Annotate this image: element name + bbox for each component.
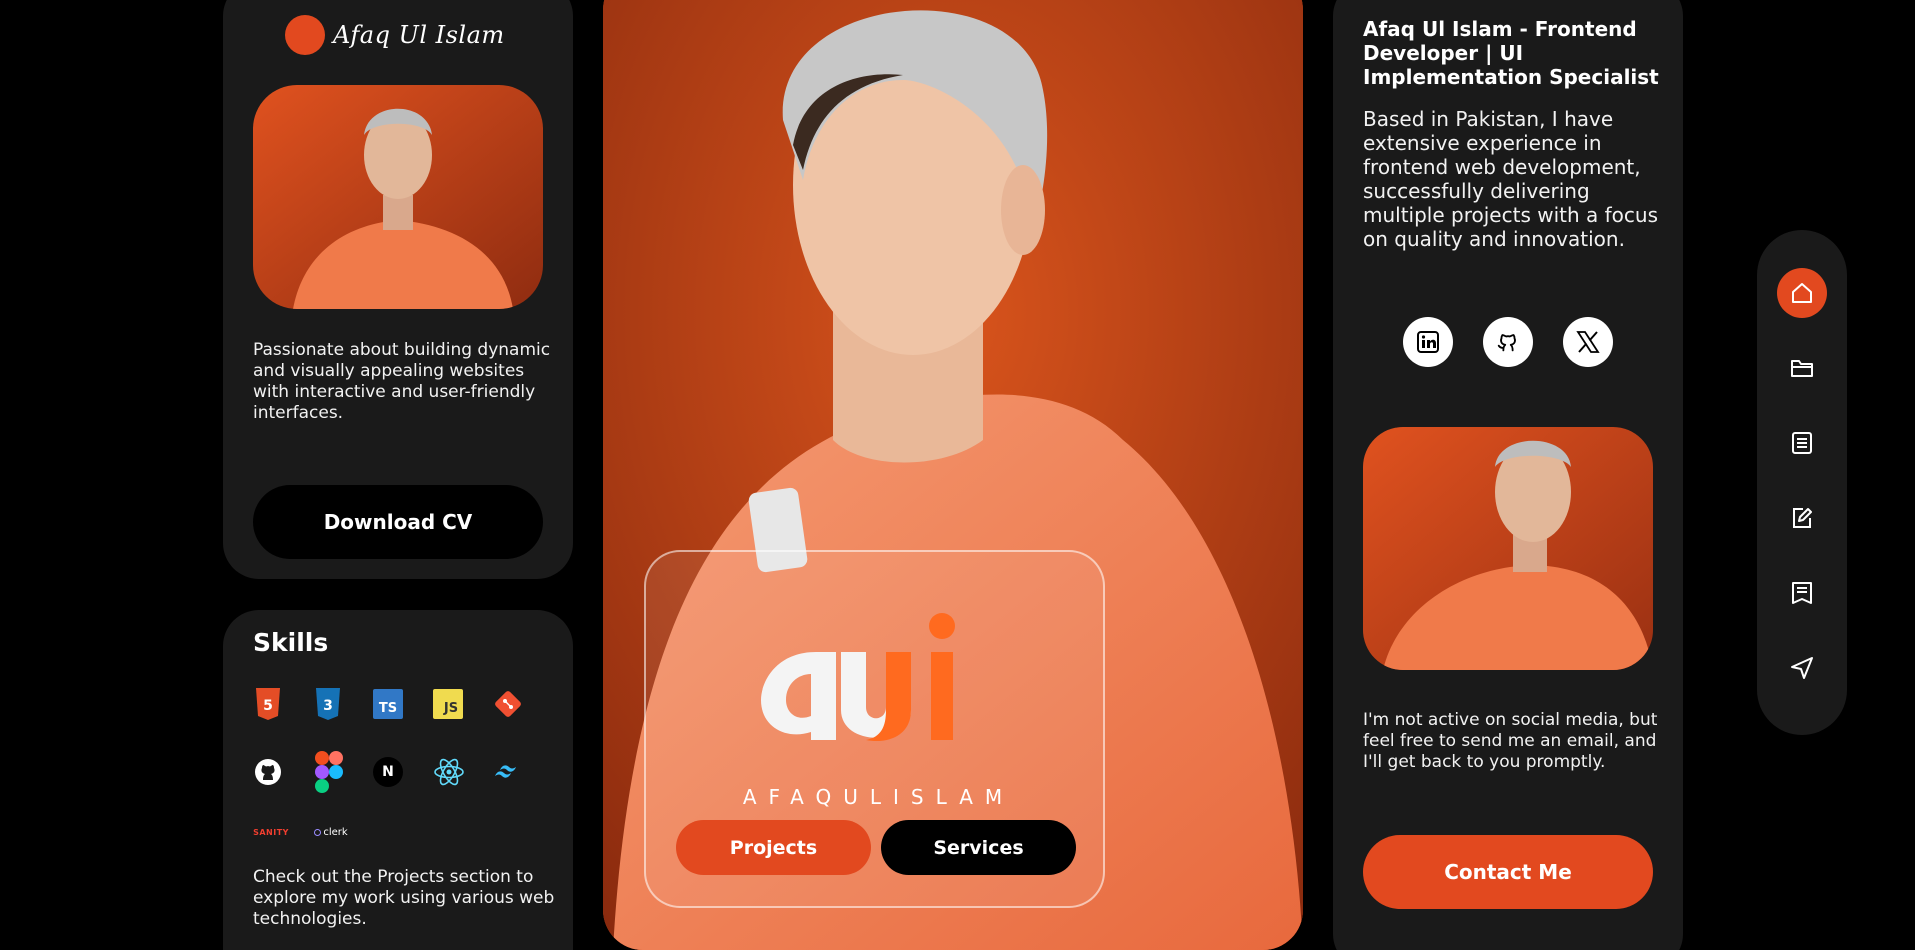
skills-card: Skills 5 3 TS JS N SANITY clerk Check ou… xyxy=(223,610,573,950)
react-icon xyxy=(433,757,465,787)
hero-glass-panel: AFAQULISLAM Projects Services xyxy=(644,550,1105,908)
nextjs-label: N xyxy=(382,764,394,780)
figma-icon xyxy=(313,750,345,796)
brand-logo[interactable]: Afaq Ul Islam xyxy=(285,15,505,55)
profile-card: Afaq Ul Islam Passionate about building … xyxy=(223,0,573,579)
contact-me-button[interactable]: Contact Me xyxy=(1363,835,1653,909)
logo-dot-icon xyxy=(285,15,325,55)
profile-photo xyxy=(253,85,543,309)
javascript-label: JS xyxy=(443,700,459,716)
x-icon[interactable] xyxy=(1563,317,1613,367)
side-navigation xyxy=(1757,230,1847,735)
sanity-label: SANITY xyxy=(253,827,289,837)
html5-icon: 5 xyxy=(253,687,283,721)
home-icon[interactable] xyxy=(1777,268,1827,318)
resume-icon[interactable] xyxy=(1777,418,1827,468)
hero-portrait: AFAQULISLAM Projects Services xyxy=(603,0,1303,950)
brand-monogram-icon xyxy=(761,613,955,742)
tailwind-icon xyxy=(493,760,523,784)
linkedin-icon[interactable] xyxy=(1403,317,1453,367)
brand-wordmark: AFAQULISLAM xyxy=(742,785,1015,809)
svg-text:5: 5 xyxy=(263,698,273,714)
git-icon xyxy=(493,689,523,719)
github-icon xyxy=(253,757,283,787)
about-title-name: Afaq Ul Islam - xyxy=(1363,17,1535,41)
profile-photo-secondary xyxy=(1363,427,1653,670)
download-cv-button[interactable]: Download CV xyxy=(253,485,543,559)
brand-name: Afaq Ul Islam xyxy=(333,21,505,49)
clerk-icon: clerk xyxy=(311,824,351,840)
typescript-label: TS xyxy=(378,700,398,716)
nextjs-icon: N xyxy=(373,757,403,787)
skills-note: Check out the Projects section to explor… xyxy=(253,867,555,929)
bio-text: Passionate about building dynamic and vi… xyxy=(253,340,551,423)
sanity-icon: SANITY xyxy=(253,825,289,839)
about-note: I'm not active on social media, but feel… xyxy=(1363,710,1658,772)
services-button[interactable]: Services xyxy=(881,820,1076,875)
github-icon[interactable] xyxy=(1483,317,1533,367)
blog-icon[interactable] xyxy=(1777,568,1827,618)
projects-button[interactable]: Projects xyxy=(676,820,871,875)
about-title: Afaq Ul Islam - Frontend Developer | UI … xyxy=(1363,17,1673,89)
folder-icon[interactable] xyxy=(1777,343,1827,393)
svg-text:3: 3 xyxy=(323,698,333,714)
css3-icon: 3 xyxy=(313,687,343,721)
typescript-icon: TS xyxy=(373,689,403,719)
javascript-icon: JS xyxy=(433,689,463,719)
send-icon[interactable] xyxy=(1777,643,1827,693)
about-card: Afaq Ul Islam - Frontend Developer | UI … xyxy=(1333,0,1683,950)
edit-icon[interactable] xyxy=(1777,493,1827,543)
clerk-label: clerk xyxy=(323,826,348,838)
about-body: Based in Pakistan, I have extensive expe… xyxy=(1363,107,1658,251)
skills-title: Skills xyxy=(253,628,329,657)
